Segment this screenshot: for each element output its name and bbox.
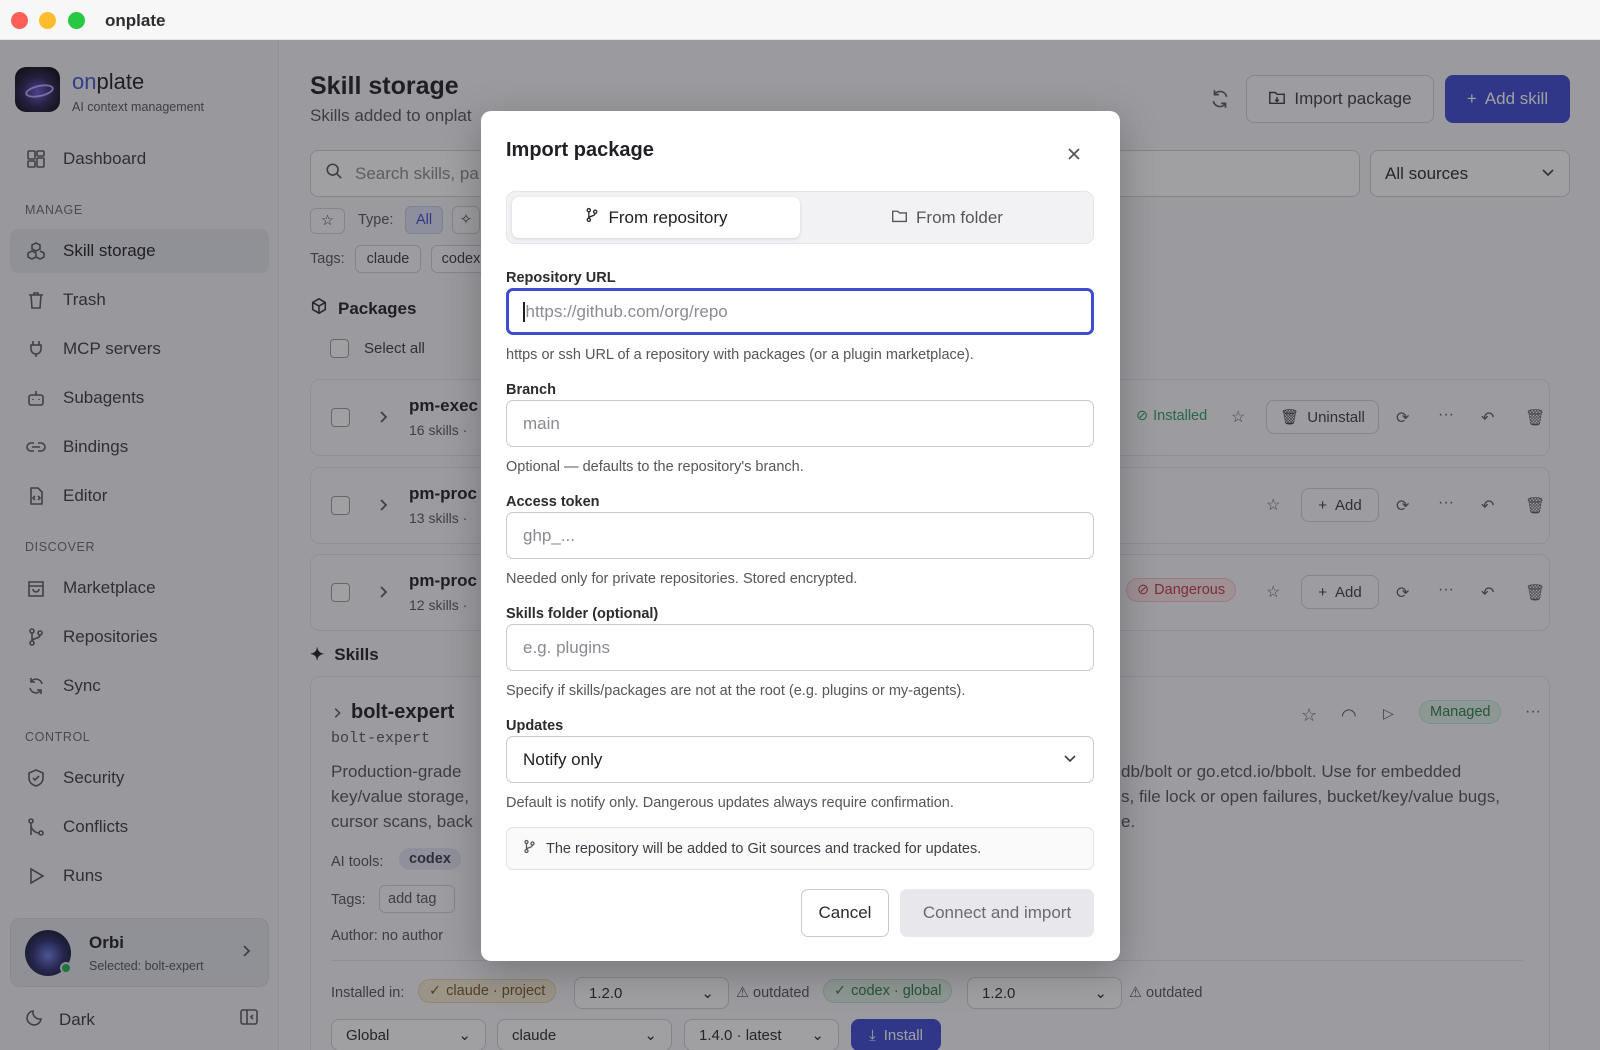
tab-from-repository[interactable]: From repository — [512, 197, 800, 238]
window-title: onplate — [105, 11, 166, 30]
dialog-title: Import package — [506, 139, 654, 161]
skills-folder-label: Skills folder (optional) — [506, 606, 659, 622]
repository-note: The repository will be added to Git sour… — [506, 827, 1094, 870]
cancel-button[interactable]: Cancel — [801, 889, 889, 937]
chevron-down-icon — [1063, 750, 1077, 770]
updates-select[interactable]: Notify only — [506, 736, 1094, 783]
import-source-tabs: From repository From folder — [506, 191, 1094, 244]
maximize-window-button[interactable] — [68, 12, 85, 29]
branch-label: Branch — [506, 382, 556, 398]
close-icon[interactable] — [1063, 143, 1085, 165]
close-window-button[interactable] — [11, 12, 28, 29]
access-token-label: Access token — [506, 494, 600, 510]
skills-folder-help: Specify if skills/packages are not at th… — [506, 683, 966, 699]
repository-url-input[interactable]: https://github.com/org/repo — [506, 288, 1094, 335]
branch-help: Optional — defaults to the repository's … — [506, 459, 804, 475]
folder-icon — [891, 207, 908, 229]
access-token-input[interactable]: ghp_... — [506, 512, 1094, 559]
window-titlebar: onplate — [0, 0, 1600, 40]
tab-from-folder[interactable]: From folder — [803, 197, 1091, 238]
updates-label: Updates — [506, 718, 564, 734]
connect-and-import-button[interactable]: Connect and import — [900, 889, 1094, 937]
git-branch-icon — [584, 207, 600, 228]
updates-help: Default is notify only. Dangerous update… — [506, 795, 954, 811]
skills-folder-input[interactable]: e.g. plugins — [506, 624, 1094, 671]
repository-url-label: Repository URL — [506, 270, 616, 286]
import-package-dialog: Import package From repository From fold… — [481, 111, 1120, 961]
repository-url-help: https or ssh URL of a repository with pa… — [506, 347, 974, 363]
access-token-help: Needed only for private repositories. St… — [506, 571, 858, 587]
branch-input[interactable]: main — [506, 400, 1094, 447]
minimize-window-button[interactable] — [39, 12, 56, 29]
git-branch-icon — [522, 839, 537, 858]
